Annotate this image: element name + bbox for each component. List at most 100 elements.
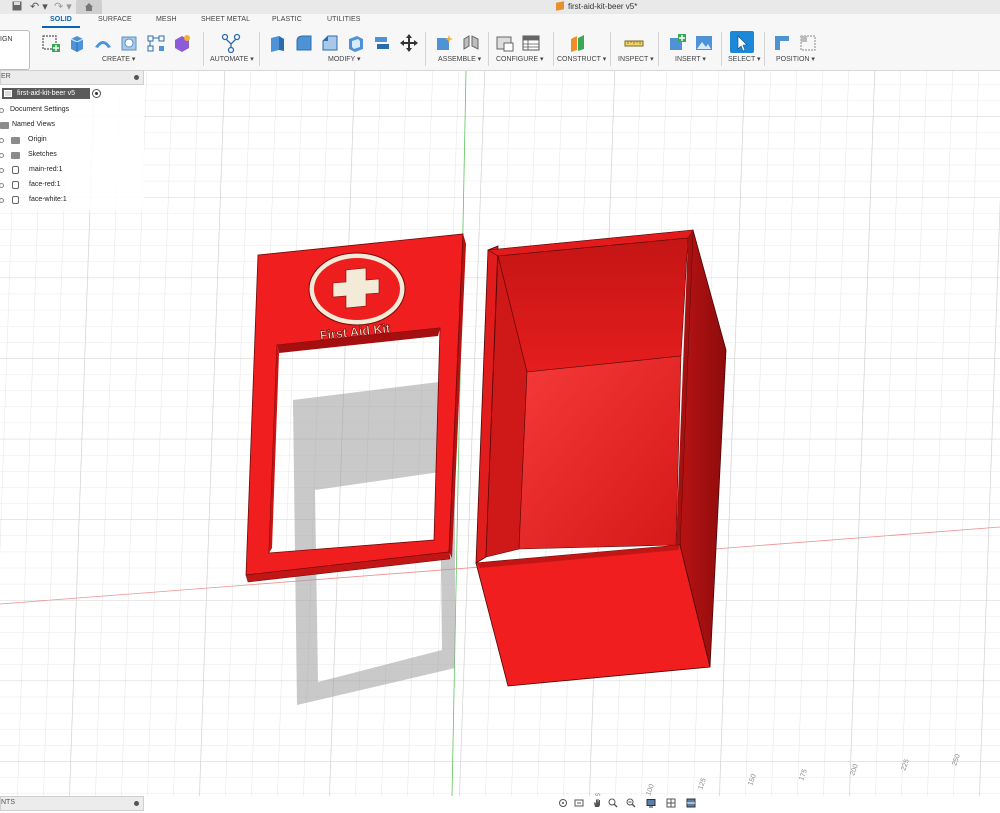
browser-item-body-main-red[interactable]: main-red:1: [0, 163, 144, 177]
separator: [553, 32, 554, 66]
undo-icon[interactable]: ↶ ▾: [30, 1, 48, 13]
tab-surface[interactable]: SURFACE: [98, 16, 132, 23]
browser-root-component[interactable]: first-aid-kit-beer v5: [2, 88, 90, 99]
browser-item-label: face-white:1: [29, 196, 67, 203]
group-position[interactable]: POSITION ▾: [776, 55, 815, 63]
browser-item-body-face-white[interactable]: face-white:1: [0, 193, 144, 207]
separator: [259, 32, 260, 66]
browser-panel-header[interactable]: ER: [0, 70, 144, 85]
document-title: first-aid-kit-beer v5*: [556, 1, 637, 13]
redo-icon[interactable]: ↷ ▾: [54, 1, 72, 13]
group-select[interactable]: SELECT ▾: [728, 55, 761, 63]
folder-icon: [0, 122, 9, 129]
pan-hand-icon[interactable]: [592, 798, 602, 808]
folder-icon: [11, 152, 20, 159]
hole-icon[interactable]: [119, 33, 139, 53]
navigation-bar: [536, 796, 706, 810]
visibility-eye-icon[interactable]: [0, 198, 4, 203]
separator: [610, 32, 611, 66]
group-inspect[interactable]: INSPECT ▾: [618, 55, 654, 63]
combine-icon[interactable]: [372, 33, 392, 53]
tab-mesh[interactable]: MESH: [156, 16, 177, 23]
tab-utilities[interactable]: UTILITIES: [327, 16, 361, 23]
orbit-icon[interactable]: [558, 798, 568, 808]
new-component-icon[interactable]: [434, 33, 454, 53]
create-sketch-icon[interactable]: [41, 33, 61, 53]
browser-item-label: Named Views: [12, 121, 56, 128]
separator: [425, 32, 426, 66]
browser-item-label: Origin: [28, 136, 47, 143]
tab-solid[interactable]: SOLID: [50, 16, 72, 23]
separator: [658, 32, 659, 66]
panel-pin-icon[interactable]: [134, 75, 139, 80]
root-component-label: first-aid-kit-beer v5: [17, 90, 75, 97]
insert-image-icon[interactable]: [694, 33, 714, 53]
viewports-icon[interactable]: [686, 798, 696, 808]
body-icon: [12, 196, 19, 204]
measure-icon[interactable]: [624, 33, 644, 53]
insert-derive-icon[interactable]: [667, 33, 687, 53]
browser-item-label: Sketches: [28, 151, 57, 158]
align-icon[interactable]: [772, 33, 792, 53]
viewport[interactable]: First Aid Kit 25 50 75 10: [0, 71, 1000, 796]
box-main-body[interactable]: [475, 229, 727, 687]
group-assemble[interactable]: ASSEMBLE ▾: [438, 55, 481, 63]
display-settings-icon[interactable]: [646, 798, 656, 808]
select-icon[interactable]: [730, 31, 754, 53]
revolve-icon[interactable]: [93, 33, 113, 53]
group-create[interactable]: CREATE ▾: [102, 55, 135, 63]
browser-item-origin[interactable]: Origin: [0, 133, 144, 147]
browser-item-body-face-red[interactable]: face-red:1: [0, 178, 144, 192]
configure-icon[interactable]: [495, 33, 515, 53]
automate-icon[interactable]: [221, 33, 241, 54]
group-insert[interactable]: INSERT ▾: [675, 55, 706, 63]
fillet-icon[interactable]: [294, 33, 314, 53]
configuration-table-icon[interactable]: [521, 33, 541, 53]
group-automate[interactable]: AUTOMATE ▾: [210, 55, 254, 63]
capture-position-icon[interactable]: [798, 33, 818, 53]
visibility-eye-icon[interactable]: [0, 183, 4, 188]
zoom-icon[interactable]: [608, 798, 618, 808]
shell-icon[interactable]: [346, 33, 366, 53]
move-icon[interactable]: [399, 33, 419, 53]
toolbar-ribbon: SOLID SURFACE MESH SHEET METAL PLASTIC U…: [0, 14, 1000, 71]
title-bar: ↶ ▾ ↷ ▾ first-aid-kit-beer v5*: [0, 0, 1000, 14]
viewport-scene[interactable]: First Aid Kit 25 50 75 10: [0, 71, 1000, 796]
gear-icon: [0, 108, 4, 113]
save-icon[interactable]: [12, 1, 22, 13]
look-at-icon[interactable]: [574, 798, 584, 808]
browser-title: ER: [1, 73, 11, 80]
visibility-eye-icon[interactable]: [0, 138, 4, 143]
extrude-icon[interactable]: [67, 33, 87, 53]
offset-plane-icon[interactable]: [568, 33, 588, 53]
comments-title: NTS: [1, 799, 15, 806]
grid-settings-icon[interactable]: [666, 798, 676, 808]
create-form-icon[interactable]: [172, 33, 192, 53]
activate-radio-icon[interactable]: [92, 89, 101, 98]
browser-item-label: main-red:1: [29, 166, 63, 173]
tab-sheet-metal[interactable]: SHEET METAL: [201, 16, 250, 23]
group-construct[interactable]: CONSTRUCT ▾: [557, 55, 606, 63]
tab-plastic[interactable]: PLASTIC: [272, 16, 302, 23]
press-pull-icon[interactable]: [267, 33, 287, 53]
fit-icon[interactable]: [626, 798, 636, 808]
panel-pin-icon[interactable]: [134, 801, 139, 806]
chamfer-icon[interactable]: [320, 33, 340, 53]
document-icon: [556, 1, 564, 11]
active-tab-indicator: [42, 26, 80, 28]
browser-item-label: face-red:1: [29, 181, 61, 188]
separator: [721, 32, 722, 66]
home-tab[interactable]: [76, 0, 102, 14]
group-modify[interactable]: MODIFY ▾: [328, 55, 361, 63]
browser-tree: first-aid-kit-beer v5 Document Settings …: [0, 85, 144, 210]
pattern-icon[interactable]: [146, 33, 166, 53]
visibility-eye-icon[interactable]: [0, 153, 4, 158]
visibility-eye-icon[interactable]: [0, 168, 4, 173]
comments-panel-header[interactable]: NTS: [0, 796, 144, 811]
joint-icon[interactable]: [461, 33, 481, 53]
browser-item-sketches[interactable]: Sketches: [0, 148, 144, 162]
group-configure[interactable]: CONFIGURE ▾: [496, 55, 543, 63]
component-icon: [4, 90, 12, 97]
separator: [764, 32, 765, 66]
separator: [203, 32, 204, 66]
